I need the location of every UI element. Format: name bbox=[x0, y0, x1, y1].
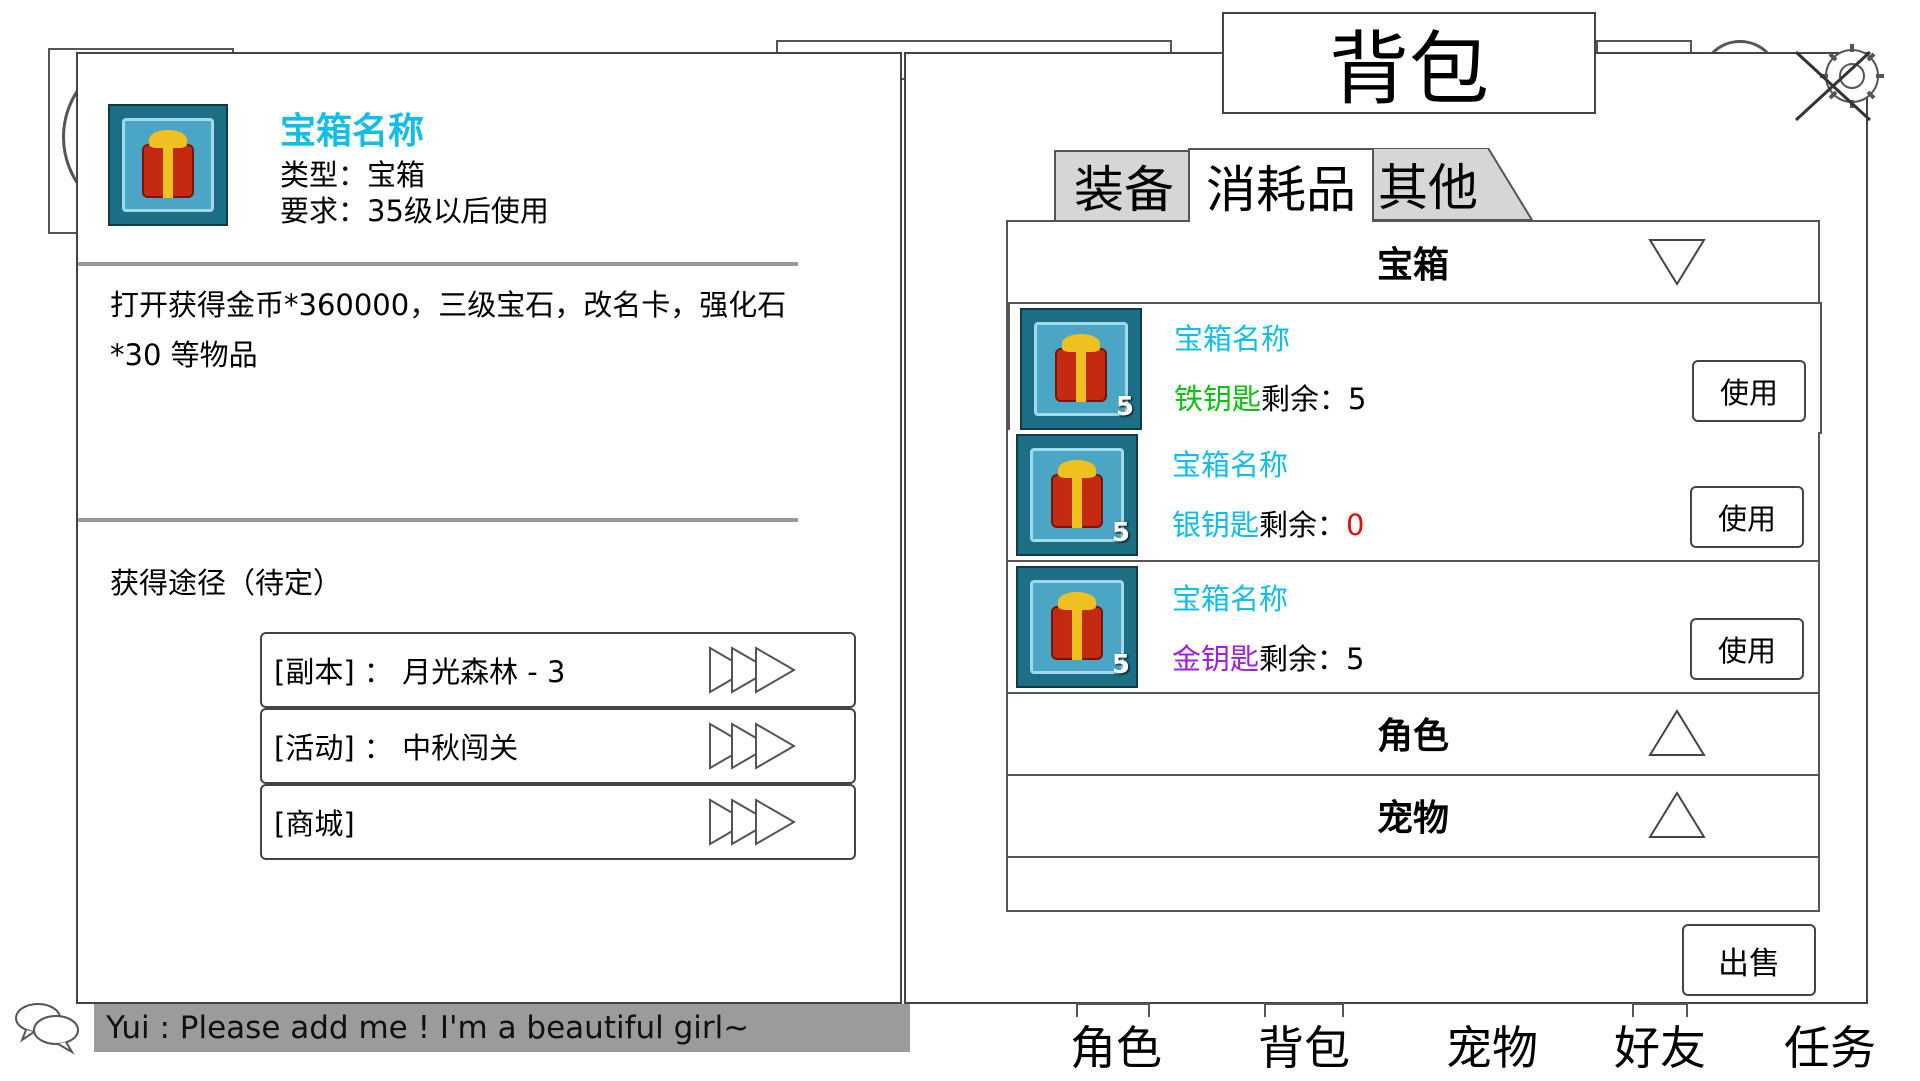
divider-middle bbox=[78, 518, 798, 522]
entry-remaining: 银钥匙剩余：0 bbox=[1172, 502, 1364, 544]
remain-value: 5 bbox=[1348, 382, 1367, 416]
use-label: 使用 bbox=[1717, 502, 1776, 536]
sell-label: 出售 bbox=[1718, 945, 1780, 982]
tab-label: 消耗品 bbox=[1206, 161, 1356, 219]
sell-button[interactable]: 出售 bbox=[1682, 924, 1816, 996]
arrow-right-icon bbox=[709, 646, 796, 694]
tab-other[interactable]: 其他 bbox=[1368, 148, 1488, 220]
tab-label: 其他 bbox=[1378, 159, 1478, 217]
key-name: 银钥匙 bbox=[1172, 508, 1260, 542]
key-name: 金钥匙 bbox=[1172, 642, 1260, 676]
entry-name: 宝箱名称 bbox=[1172, 448, 1289, 482]
source-label: [商城] bbox=[274, 807, 355, 841]
category-label: 宝箱 bbox=[1376, 245, 1449, 286]
arrow-right-icon bbox=[709, 798, 796, 846]
nav-bag[interactable]: 背包 bbox=[1258, 1012, 1350, 1078]
nav-pet[interactable]: 宠物 bbox=[1446, 1012, 1538, 1078]
chest-icon: 5 bbox=[1016, 434, 1138, 556]
use-button[interactable]: 使用 bbox=[1690, 618, 1804, 680]
divider-top bbox=[78, 262, 798, 266]
tab-consumables[interactable]: 消耗品 bbox=[1188, 148, 1374, 222]
remain-label: 剩余： bbox=[1259, 642, 1347, 676]
source-button-event[interactable]: [活动] ： 中秋闯关 bbox=[260, 708, 856, 784]
source-label: [副本] ： 月光森林 - 3 bbox=[274, 655, 566, 689]
item-requirement: 要求：35级以后使用 bbox=[280, 194, 549, 228]
category-label: 角色 bbox=[1376, 716, 1449, 757]
item-count: 5 bbox=[1111, 650, 1130, 680]
chest-icon: 5 bbox=[1016, 566, 1138, 688]
tab-label: 装备 bbox=[1074, 161, 1174, 219]
nav-tasks[interactable]: 任务 bbox=[1784, 1012, 1876, 1078]
chat-bar[interactable]: Yui : Please add me ! I'm a beautiful gi… bbox=[94, 1004, 910, 1052]
chat-bubble-icon[interactable] bbox=[12, 996, 82, 1056]
entry-name: 宝箱名称 bbox=[1174, 322, 1291, 356]
item-count: 5 bbox=[1115, 392, 1134, 422]
source-label: [活动] ： 中秋闯关 bbox=[274, 731, 519, 765]
chest-icon bbox=[108, 104, 228, 226]
item-detail-panel: 宝箱名称 类型：宝箱 要求：35级以后使用 打开获得金币*360000，三级宝石… bbox=[76, 52, 902, 1004]
entry-remaining: 铁钥匙剩余：5 bbox=[1174, 376, 1366, 418]
source-button-dungeon[interactable]: [副本] ： 月光森林 - 3 bbox=[260, 632, 856, 708]
list-item[interactable]: 5 宝箱名称 银钥匙剩余：0 使用 bbox=[1008, 430, 1818, 562]
item-count: 5 bbox=[1111, 518, 1130, 548]
bag-title: 背包 bbox=[1222, 12, 1596, 116]
category-label: 宠物 bbox=[1376, 798, 1449, 839]
use-label: 使用 bbox=[1717, 634, 1776, 668]
remain-value: 0 bbox=[1346, 508, 1365, 542]
category-pet[interactable]: 宠物 bbox=[1008, 774, 1818, 858]
triangle-up-icon bbox=[1648, 709, 1706, 756]
entry-name: 宝箱名称 bbox=[1172, 582, 1289, 616]
source-title: 获得途径（待定） bbox=[110, 566, 343, 600]
use-button[interactable]: 使用 bbox=[1692, 360, 1806, 422]
entry-remaining: 金钥匙剩余：5 bbox=[1172, 636, 1364, 678]
triangle-down-icon bbox=[1648, 239, 1706, 286]
source-button-shop[interactable]: [商城] bbox=[260, 784, 856, 860]
use-button[interactable]: 使用 bbox=[1690, 486, 1804, 548]
chest-icon: 5 bbox=[1020, 308, 1142, 430]
nav-friends[interactable]: 好友 bbox=[1614, 1012, 1706, 1078]
use-label: 使用 bbox=[1719, 376, 1778, 410]
bag-panel: 装备 消耗品 其他 宝箱 5 宝箱名称 铁钥匙剩余：5 使用 5 宝箱名称 银钥… bbox=[904, 52, 1868, 1004]
tab-equipment[interactable]: 装备 bbox=[1054, 150, 1194, 220]
list-item[interactable]: 5 宝箱名称 铁钥匙剩余：5 使用 bbox=[1008, 302, 1822, 434]
category-chest[interactable]: 宝箱 bbox=[1008, 222, 1818, 304]
arrow-right-icon bbox=[709, 722, 796, 770]
nav-role[interactable]: 角色 bbox=[1070, 1012, 1162, 1078]
item-list[interactable]: 宝箱 5 宝箱名称 铁钥匙剩余：5 使用 5 宝箱名称 银钥匙剩余：0 使用 5… bbox=[1006, 220, 1822, 912]
remain-label: 剩余： bbox=[1261, 382, 1349, 416]
bag-title-text: 背包 bbox=[1329, 23, 1489, 116]
chat-message: Yui : Please add me ! I'm a beautiful gi… bbox=[106, 1010, 750, 1046]
list-item[interactable]: 5 宝箱名称 金钥匙剩余：5 使用 bbox=[1008, 562, 1818, 694]
key-name: 铁钥匙 bbox=[1174, 382, 1262, 416]
category-role[interactable]: 角色 bbox=[1008, 692, 1818, 776]
remain-label: 剩余： bbox=[1259, 508, 1347, 542]
close-icon[interactable] bbox=[1794, 48, 1874, 124]
item-name: 宝箱名称 bbox=[280, 111, 425, 152]
remain-value: 5 bbox=[1346, 642, 1365, 676]
triangle-up-icon bbox=[1648, 791, 1706, 838]
item-description: 打开获得金币*360000，三级宝石，改名卡，强化石*30 等物品 bbox=[110, 288, 787, 372]
